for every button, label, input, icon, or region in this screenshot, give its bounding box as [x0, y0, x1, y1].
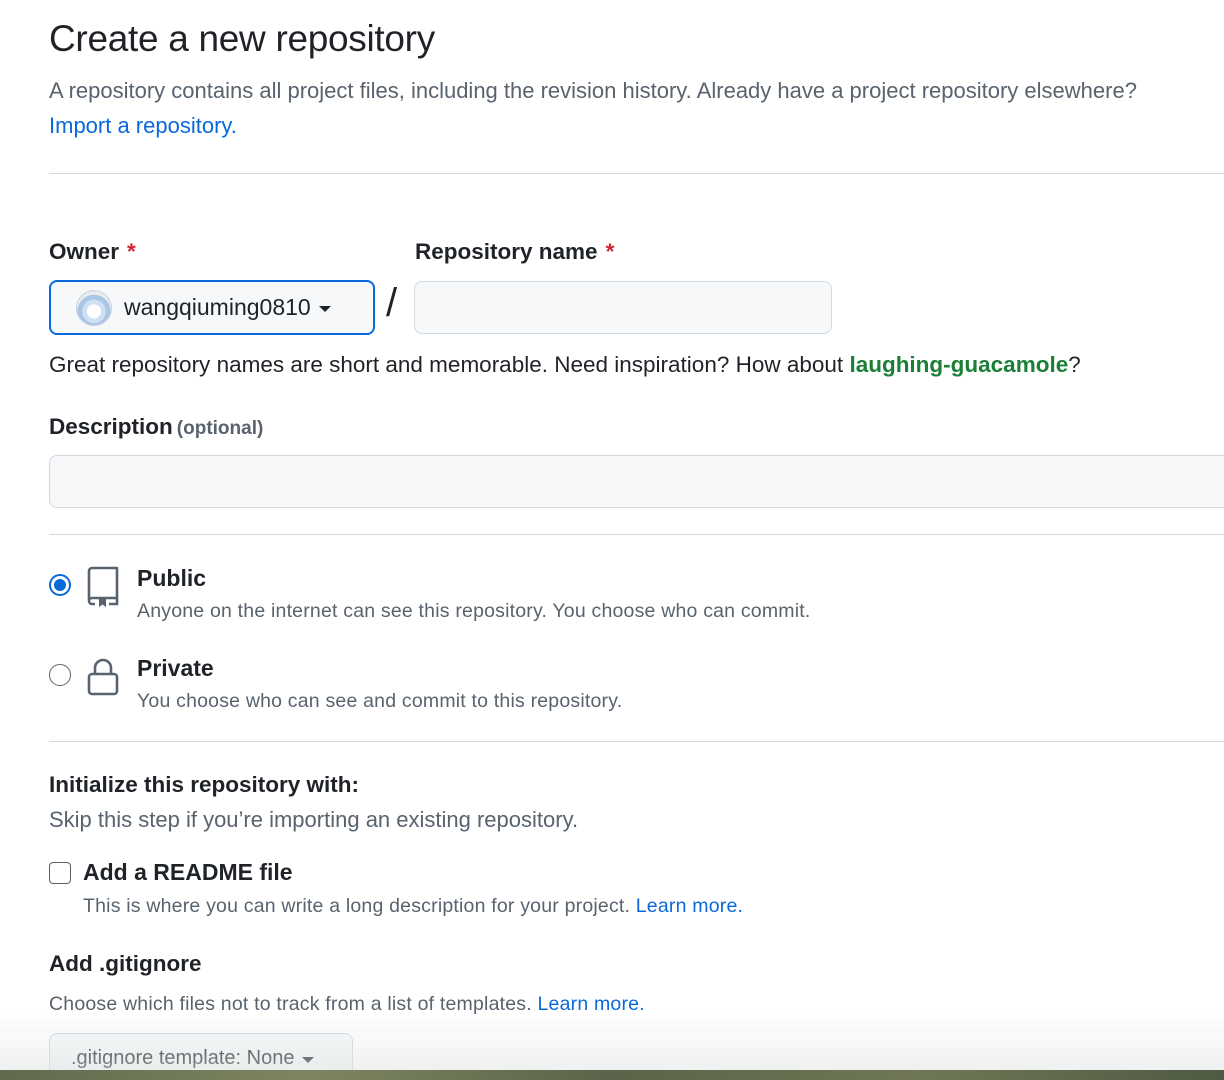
- readme-checkbox[interactable]: [49, 862, 71, 884]
- private-option-description: You choose who can see and commit to thi…: [137, 690, 623, 712]
- repo-name-hint: Great repository names are short and mem…: [49, 352, 1081, 377]
- readme-learn-more-link[interactable]: Learn more.: [636, 895, 743, 917]
- repo-name-input[interactable]: [414, 281, 832, 334]
- private-option-title: Private: [137, 655, 214, 681]
- chevron-down-icon: [302, 1056, 315, 1063]
- bottom-edge-strip: [0, 1070, 1224, 1080]
- required-mark: *: [605, 239, 615, 264]
- owner-label: Owner *: [49, 239, 136, 264]
- readme-label[interactable]: Add a README file: [83, 859, 293, 886]
- private-radio[interactable]: [49, 664, 71, 686]
- initialize-title: Initialize this repository with:: [49, 772, 360, 797]
- public-option-title: Public: [137, 565, 207, 591]
- gitignore-select-label: .gitignore template: None: [71, 1046, 295, 1069]
- chevron-down-icon: [318, 306, 331, 312]
- repo-icon: [87, 566, 119, 607]
- page-title: Create a new repository: [49, 18, 435, 59]
- description-input[interactable]: [49, 455, 1224, 508]
- suggested-name-link[interactable]: laughing-guacamole: [849, 352, 1068, 377]
- section-divider: [49, 534, 1224, 535]
- import-repository-link[interactable]: Import a repository.: [49, 113, 237, 138]
- description-label: Description (optional): [49, 414, 264, 439]
- section-divider: [49, 741, 1224, 742]
- repo-name-label: Repository name *: [415, 239, 615, 264]
- page-intro: A repository contains all project files,…: [49, 73, 1169, 143]
- gitignore-description: Choose which files not to track from a l…: [49, 993, 645, 1015]
- gitignore-title: Add .gitignore: [49, 951, 202, 976]
- owner-repo-separator: /: [386, 281, 398, 325]
- initialize-subtitle: Skip this step if you’re importing an ex…: [49, 807, 579, 832]
- intro-text: A repository contains all project files,…: [49, 78, 1137, 103]
- owner-dropdown[interactable]: wangqiuming0810: [49, 280, 375, 335]
- avatar: [76, 289, 112, 326]
- readme-description: This is where you can write a long descr…: [83, 895, 744, 917]
- owner-name: wangqiuming0810: [124, 294, 311, 320]
- public-radio[interactable]: [49, 574, 71, 596]
- header-divider: [49, 173, 1224, 174]
- required-mark: *: [127, 239, 136, 264]
- lock-icon: [87, 658, 119, 696]
- gitignore-learn-more-link[interactable]: Learn more.: [537, 993, 644, 1015]
- public-option-description: Anyone on the internet can see this repo…: [137, 600, 811, 622]
- optional-tag: (optional): [176, 418, 264, 439]
- create-repository-page: Create a new repository A repository con…: [0, 0, 1224, 1080]
